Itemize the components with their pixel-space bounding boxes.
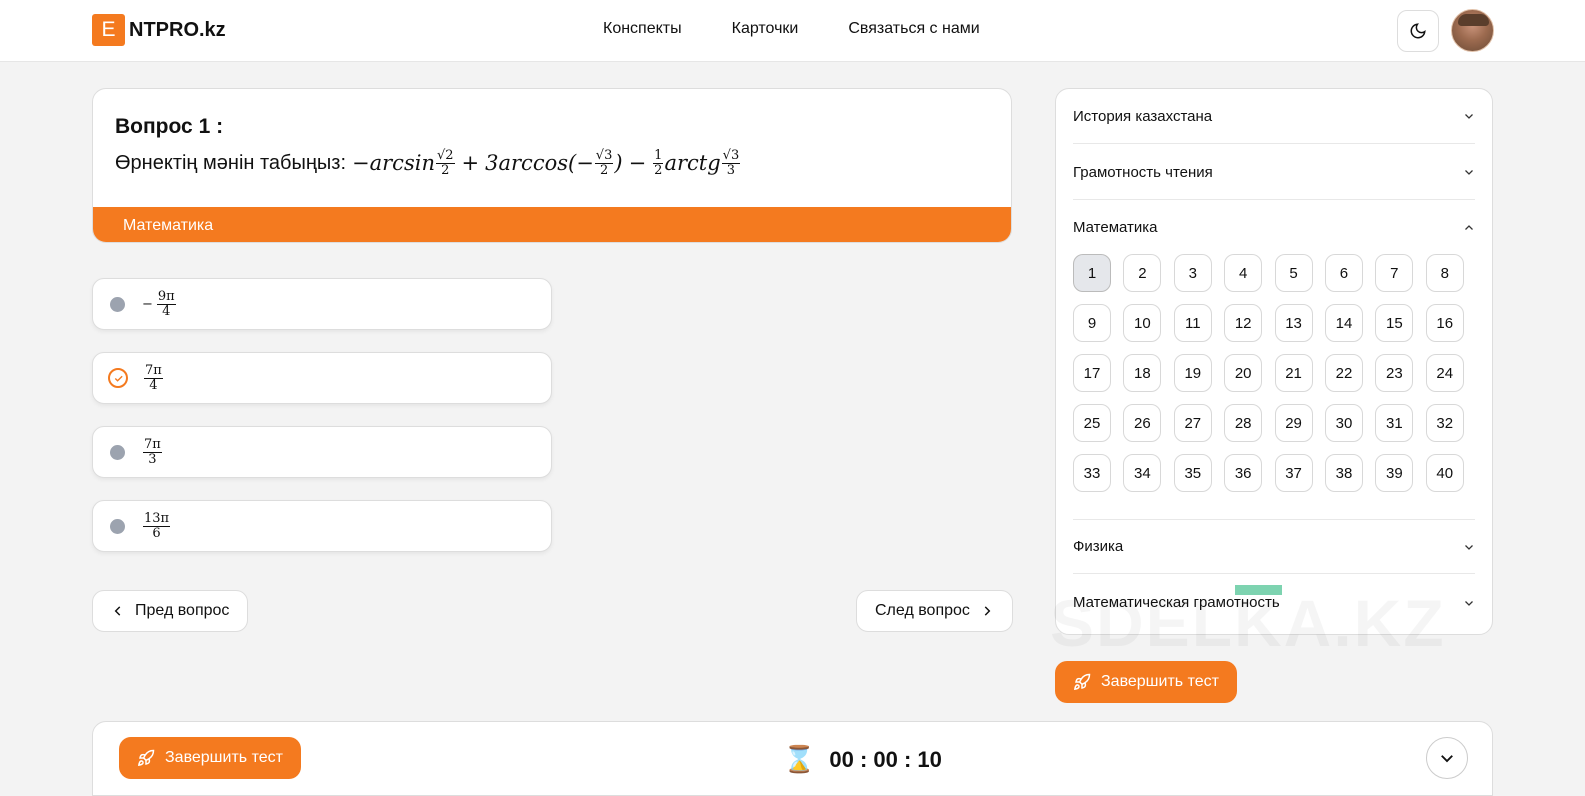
question-subject-bar: Математика xyxy=(93,207,1011,242)
chevron-down-icon xyxy=(1465,170,1473,175)
radio-checked[interactable] xyxy=(108,368,128,388)
answer-value: − 9π 4 xyxy=(142,288,176,319)
radio-unchecked[interactable] xyxy=(110,296,125,312)
question-number-grid: 1 2 3 4 5 6 7 8 9 10 11 12 13 14 15 16 17 18 19 20 21 22 23 24 2… xyxy=(1073,254,1464,492)
question-number-button[interactable]: 11 xyxy=(1173,304,1212,342)
question-number-button[interactable]: 21 xyxy=(1274,354,1313,392)
question-number-button[interactable]: 12 xyxy=(1224,304,1263,342)
chevron-down-icon xyxy=(1465,544,1473,550)
accordion-history[interactable]: История казахстана xyxy=(1073,89,1475,144)
answer-option[interactable]: − 9π 4 xyxy=(92,278,552,330)
chevron-right-icon xyxy=(984,606,991,616)
accordion-reading[interactable]: Грамотность чтения xyxy=(1073,145,1475,200)
question-number-button[interactable]: 23 xyxy=(1375,354,1414,392)
nav-link-contact[interactable]: Связаться с нами xyxy=(848,20,979,38)
question-number-button[interactable]: 7 xyxy=(1375,254,1414,292)
question-number-button[interactable]: 13 xyxy=(1274,304,1313,342)
radio-unchecked[interactable] xyxy=(110,444,125,460)
user-avatar[interactable] xyxy=(1451,9,1494,52)
question-number-button[interactable]: 8 xyxy=(1425,254,1464,292)
question-number-button[interactable]: 37 xyxy=(1274,454,1313,492)
question-prompt: Өрнектің мәнін табыңыз: xyxy=(115,151,347,174)
logo-text: NTPRO.kz xyxy=(129,18,226,41)
question-number-button[interactable]: 17 xyxy=(1073,354,1111,392)
chevron-left-icon xyxy=(114,606,121,616)
question-number-button[interactable]: 26 xyxy=(1123,404,1162,442)
question-number-button[interactable]: 20 xyxy=(1224,354,1263,392)
question-number-button[interactable]: 30 xyxy=(1324,404,1363,442)
finish-test-button[interactable]: Завершить тест xyxy=(1055,661,1237,703)
question-formula: −arcsin √2 2 +3arccos(− √3 2) −1 2 arctg √3 3 xyxy=(352,148,741,178)
hourglass-icon: ⌛ xyxy=(783,744,816,774)
check-icon xyxy=(114,375,123,382)
question-number-button[interactable]: 3 xyxy=(1173,254,1212,292)
logo-letter: E xyxy=(92,14,125,46)
collapse-button[interactable] xyxy=(1426,737,1468,779)
question-number-button[interactable]: 27 xyxy=(1173,404,1212,442)
question-number-button[interactable]: 32 xyxy=(1425,404,1464,442)
question-number-button[interactable]: 6 xyxy=(1324,254,1363,292)
chevron-down-icon xyxy=(1465,600,1473,606)
question-number-button[interactable]: 5 xyxy=(1274,254,1313,292)
question-number-button[interactable]: 39 xyxy=(1375,454,1414,492)
question-text: Өрнектің мәнін табыңыз: −arcsin √2 2 +3arc… xyxy=(115,149,741,177)
site-logo[interactable]: E NTPRO.kz xyxy=(92,14,226,46)
top-header: E NTPRO.kz Конспекты Карточки Связаться … xyxy=(0,0,1585,62)
answer-value: 7π 3 xyxy=(143,436,162,467)
radio-unchecked[interactable] xyxy=(110,518,125,534)
chevron-up-icon xyxy=(1465,224,1473,230)
question-number-button[interactable]: 10 xyxy=(1123,304,1162,342)
accordion-math[interactable]: Математика xyxy=(1073,200,1475,255)
question-number-button[interactable]: 38 xyxy=(1324,454,1363,492)
question-number-button[interactable]: 1 xyxy=(1073,254,1111,292)
nav-link-cards[interactable]: Карточки xyxy=(732,20,799,38)
subjects-sidebar: История казахстана Грамотность чтения Ма… xyxy=(1055,88,1493,635)
question-number-button[interactable]: 14 xyxy=(1324,304,1363,342)
question-number-button[interactable]: 15 xyxy=(1375,304,1414,342)
timer: ⌛ 00 : 00 : 10 xyxy=(783,744,942,775)
question-number-button[interactable]: 9 xyxy=(1073,304,1111,342)
question-number-button[interactable]: 22 xyxy=(1324,354,1363,392)
moon-icon xyxy=(1410,23,1426,39)
question-title: Вопрос 1 : xyxy=(115,115,224,138)
theme-toggle-button[interactable] xyxy=(1397,10,1439,52)
rocket-icon xyxy=(137,749,155,767)
rocket-icon xyxy=(1073,673,1091,691)
accordion-physics[interactable]: Физика xyxy=(1073,519,1475,574)
timer-value: 00 : 00 : 10 xyxy=(829,746,942,772)
question-number-button[interactable]: 29 xyxy=(1274,404,1313,442)
nav-link-notes[interactable]: Конспекты xyxy=(603,20,682,38)
question-number-button[interactable]: 25 xyxy=(1073,404,1111,442)
question-number-button[interactable]: 35 xyxy=(1173,454,1212,492)
finish-test-button-bottom[interactable]: Завершить тест xyxy=(119,737,301,779)
question-number-button[interactable]: 31 xyxy=(1375,404,1414,442)
question-number-button[interactable]: 36 xyxy=(1224,454,1263,492)
answer-option-selected[interactable]: 7π 4 xyxy=(92,352,552,404)
chevron-down-icon xyxy=(1441,755,1453,763)
question-number-button[interactable]: 2 xyxy=(1123,254,1162,292)
question-number-button[interactable]: 16 xyxy=(1425,304,1464,342)
answer-value: 7π 4 xyxy=(144,362,163,393)
answer-value: 13π 6 xyxy=(143,510,171,541)
question-number-button[interactable]: 28 xyxy=(1224,404,1263,442)
prev-question-button[interactable]: Пред вопрос xyxy=(92,590,249,632)
question-number-button[interactable]: 34 xyxy=(1123,454,1162,492)
main-nav: Конспекты Карточки Связаться с нами xyxy=(603,20,980,38)
chevron-down-icon xyxy=(1465,114,1473,119)
bottom-bar: Завершить тест ⌛ 00 : 00 : 10 xyxy=(92,721,1493,796)
answer-option[interactable]: 13π 6 xyxy=(92,500,552,552)
question-number-button[interactable]: 40 xyxy=(1425,454,1464,492)
answer-option[interactable]: 7π 3 xyxy=(92,426,552,478)
question-number-button[interactable]: 19 xyxy=(1173,354,1212,392)
question-card: Вопрос 1 : Өрнектің мәнін табыңыз: −arcs… xyxy=(92,88,1012,243)
question-number-button[interactable]: 33 xyxy=(1073,454,1111,492)
watermark: SDELKA.KZ xyxy=(1050,585,1446,661)
question-number-button[interactable]: 18 xyxy=(1123,354,1162,392)
question-number-button[interactable]: 24 xyxy=(1425,354,1464,392)
question-number-button[interactable]: 4 xyxy=(1224,254,1263,292)
next-question-button[interactable]: След вопрос xyxy=(856,590,1013,632)
